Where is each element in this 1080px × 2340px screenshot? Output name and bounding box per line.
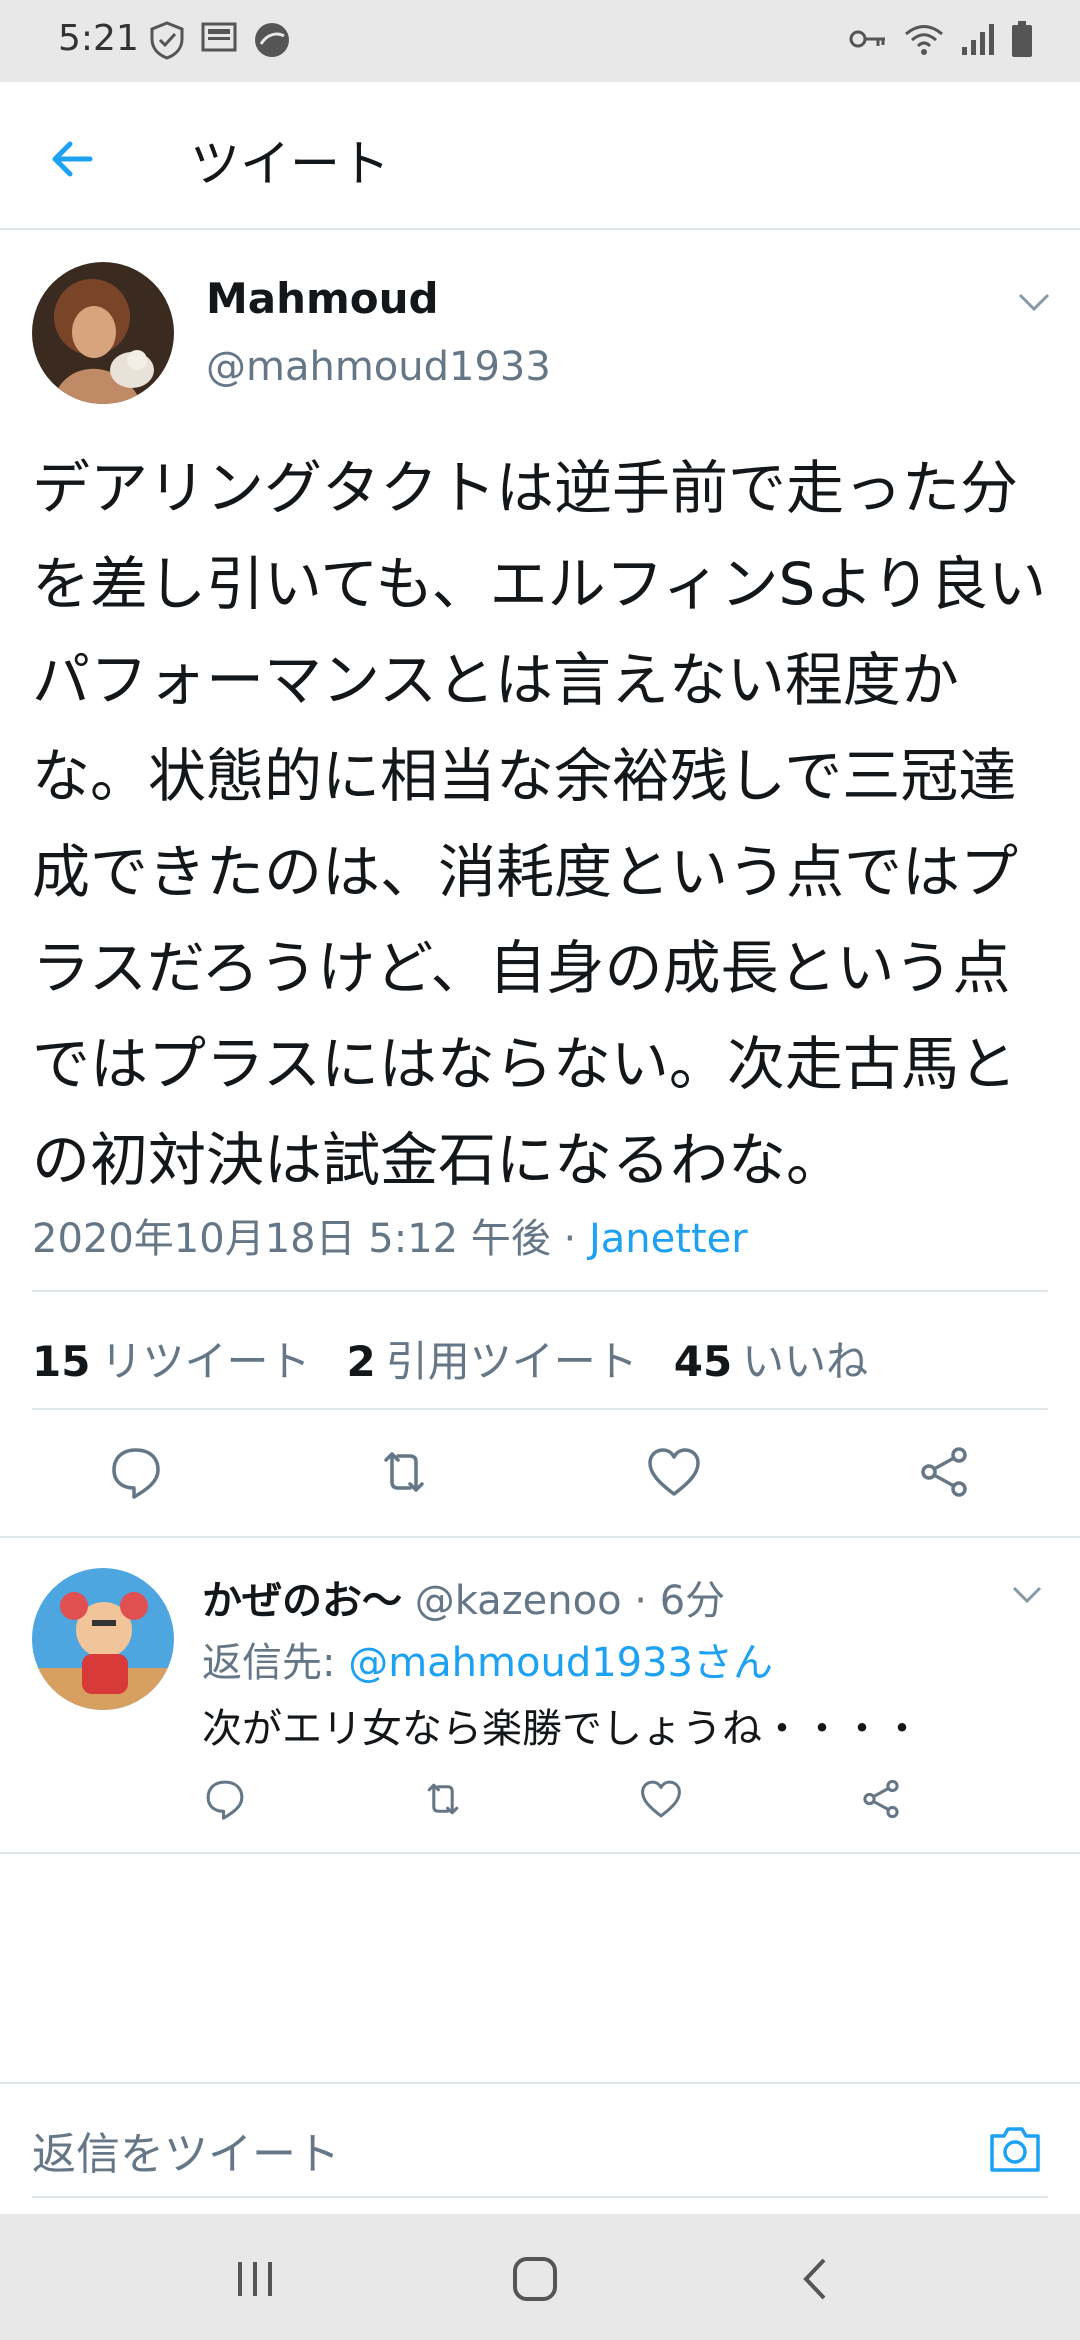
share-icon[interactable] <box>914 1442 974 1502</box>
reply-compose-input[interactable]: 返信をツイート <box>32 2118 340 2182</box>
retweet-icon[interactable] <box>374 1442 434 1502</box>
shield-check-icon <box>150 21 184 60</box>
back-nav-icon[interactable] <box>790 2252 844 2306</box>
reply-to-mention[interactable]: @mahmoud1933さん <box>348 1640 773 1686</box>
chevron-down-icon[interactable] <box>1010 1584 1044 1606</box>
like-heart-icon[interactable] <box>644 1442 704 1502</box>
vpn-key-icon <box>849 30 885 48</box>
section-divider <box>0 1536 1080 1538</box>
reply-avatar-image <box>32 1568 174 1710</box>
reply-author-avatar[interactable] <box>32 1568 174 1710</box>
reply-handle-time[interactable]: @kazenoo · 6分 <box>402 1578 725 1624</box>
reply-to-label: 返信先: <box>202 1640 349 1686</box>
divider <box>32 1290 1048 1292</box>
app-circle-icon <box>255 23 289 57</box>
camera-icon[interactable] <box>986 2120 1044 2178</box>
back-arrow-icon[interactable] <box>40 126 106 192</box>
retweet-icon[interactable] <box>420 1776 466 1822</box>
app-header: ツイート <box>0 82 1080 230</box>
compose-underline <box>32 2196 1048 2198</box>
avatar-image <box>32 262 174 404</box>
author-handle[interactable]: @mahmoud1933 <box>206 344 551 390</box>
retweet-count[interactable]: 15 リツイート <box>32 1328 310 1389</box>
tweet-client-link[interactable]: Janetter <box>589 1216 748 1262</box>
wifi-icon <box>905 25 943 55</box>
reply-compose-bar: 返信をツイート <box>0 2082 1080 2214</box>
reply-icon[interactable] <box>202 1776 248 1822</box>
divider <box>32 1408 1048 1410</box>
like-heart-icon[interactable] <box>638 1776 684 1822</box>
reply-author-name[interactable]: かぜのお〜 <box>202 1578 402 1624</box>
chevron-down-icon[interactable] <box>1016 290 1052 314</box>
signal-icon <box>962 24 994 55</box>
status-time: 5:21 <box>58 18 139 59</box>
reply-header: かぜのお〜 @kazenoo · 6分 <box>202 1568 725 1626</box>
status-bar: 5:21 <box>0 0 1080 82</box>
author-name[interactable]: Mahmoud <box>206 274 439 323</box>
reply-icon[interactable] <box>106 1442 166 1502</box>
status-icons-left <box>148 20 292 60</box>
quote-count[interactable]: 2 引用ツイート <box>346 1328 637 1389</box>
reply-to-line: 返信先: @mahmoud1933さん <box>202 1630 773 1688</box>
share-icon[interactable] <box>858 1776 904 1822</box>
battery-icon <box>1012 21 1032 57</box>
reply-actions <box>0 1776 1080 1824</box>
home-icon[interactable] <box>508 2252 562 2306</box>
status-icons-right <box>848 20 1034 58</box>
tweet-text: デアリングタクトは逆手前で走った分を差し引いても、エルフィンSより良いパフォーマ… <box>32 454 1047 1194</box>
tweet-stats: 15 リツイート 2 引用ツイート 45 いいね <box>32 1328 868 1389</box>
author-avatar[interactable] <box>32 262 174 404</box>
system-nav-bar <box>0 2214 1080 2340</box>
reply-text: 次がエリ女なら楽勝でしょうね・・・・ <box>202 1706 922 1752</box>
screenshot-icon <box>201 22 237 52</box>
like-count[interactable]: 45 いいね <box>674 1328 868 1389</box>
page-title: ツイート <box>190 135 390 193</box>
section-divider <box>0 1852 1080 1854</box>
tweet-actions <box>0 1442 1080 1506</box>
tweet-timestamp: 2020年10月18日 5:12 午後 · <box>32 1216 589 1262</box>
recent-apps-icon[interactable] <box>228 2252 282 2306</box>
tweet-meta: 2020年10月18日 5:12 午後 · Janetter <box>32 1206 748 1264</box>
